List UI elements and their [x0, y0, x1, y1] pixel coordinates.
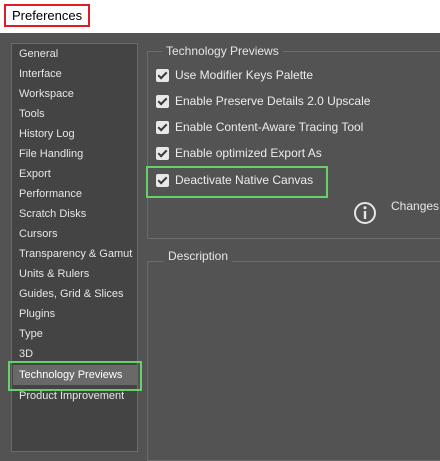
option-content-aware-tracing[interactable]: Enable Content-Aware Tracing Tool [156, 118, 363, 136]
option-label: Deactivate Native Canvas [175, 173, 314, 187]
sidebar-item-type[interactable]: Type [19, 324, 43, 344]
sidebar-item-interface[interactable]: Interface [19, 64, 62, 84]
option-label: Enable Content-Aware Tracing Tool [175, 120, 364, 134]
sidebar-item-transparency-gamut[interactable]: Transparency & Gamut [19, 244, 132, 264]
option-preserve-details-upscale[interactable]: Enable Preserve Details 2.0 Upscale [156, 92, 370, 110]
sidebar-item-3d[interactable]: 3D [19, 344, 33, 364]
sidebar-item-export[interactable]: Export [19, 164, 51, 184]
info-icon [354, 202, 376, 224]
sidebar-item-file-handling[interactable]: File Handling [19, 144, 83, 164]
sidebar-item-product-improvement[interactable]: Product Improvement [19, 386, 124, 406]
checkbox-deactivate-native-canvas[interactable] [156, 173, 169, 187]
preferences-dialog: General Interface Workspace Tools Histor… [0, 33, 440, 461]
info-changes-text: Changes [391, 199, 440, 213]
sidebar-item-performance[interactable]: Performance [19, 184, 82, 204]
sidebar-item-general[interactable]: General [19, 44, 58, 64]
sidebar-item-plugins[interactable]: Plugins [19, 304, 55, 324]
checkbox-modifier-keys-palette[interactable] [156, 68, 169, 82]
description-group [147, 261, 440, 461]
option-modifier-keys-palette[interactable]: Use Modifier Keys Palette [156, 66, 313, 84]
preferences-sidebar: General Interface Workspace Tools Histor… [11, 43, 138, 452]
tech-previews-title: Technology Previews [162, 44, 283, 58]
sidebar-item-technology-previews[interactable]: Technology Previews [13, 365, 137, 385]
option-optimized-export-as[interactable]: Enable optimized Export As [156, 144, 322, 162]
window-title: Preferences [4, 4, 91, 27]
checkbox-optimized-export-as[interactable] [156, 146, 169, 160]
sidebar-item-tools[interactable]: Tools [19, 104, 45, 124]
checkbox-preserve-details-upscale[interactable] [156, 94, 169, 108]
sidebar-item-scratch-disks[interactable]: Scratch Disks [19, 204, 86, 224]
title-bar: Preferences [0, 0, 440, 33]
checkbox-content-aware-tracing[interactable] [156, 120, 169, 134]
sidebar-item-units-rulers[interactable]: Units & Rulers [19, 264, 89, 284]
sidebar-item-guides-grid-slices[interactable]: Guides, Grid & Slices [19, 284, 124, 304]
option-label: Use Modifier Keys Palette [175, 68, 314, 82]
sidebar-item-cursors[interactable]: Cursors [19, 224, 58, 244]
option-label: Enable optimized Export As [175, 146, 322, 160]
description-title: Description [164, 249, 233, 263]
option-deactivate-native-canvas[interactable]: Deactivate Native Canvas [156, 171, 313, 189]
sidebar-item-workspace[interactable]: Workspace [19, 84, 74, 104]
sidebar-item-history-log[interactable]: History Log [19, 124, 75, 144]
option-label: Enable Preserve Details 2.0 Upscale [175, 94, 371, 108]
